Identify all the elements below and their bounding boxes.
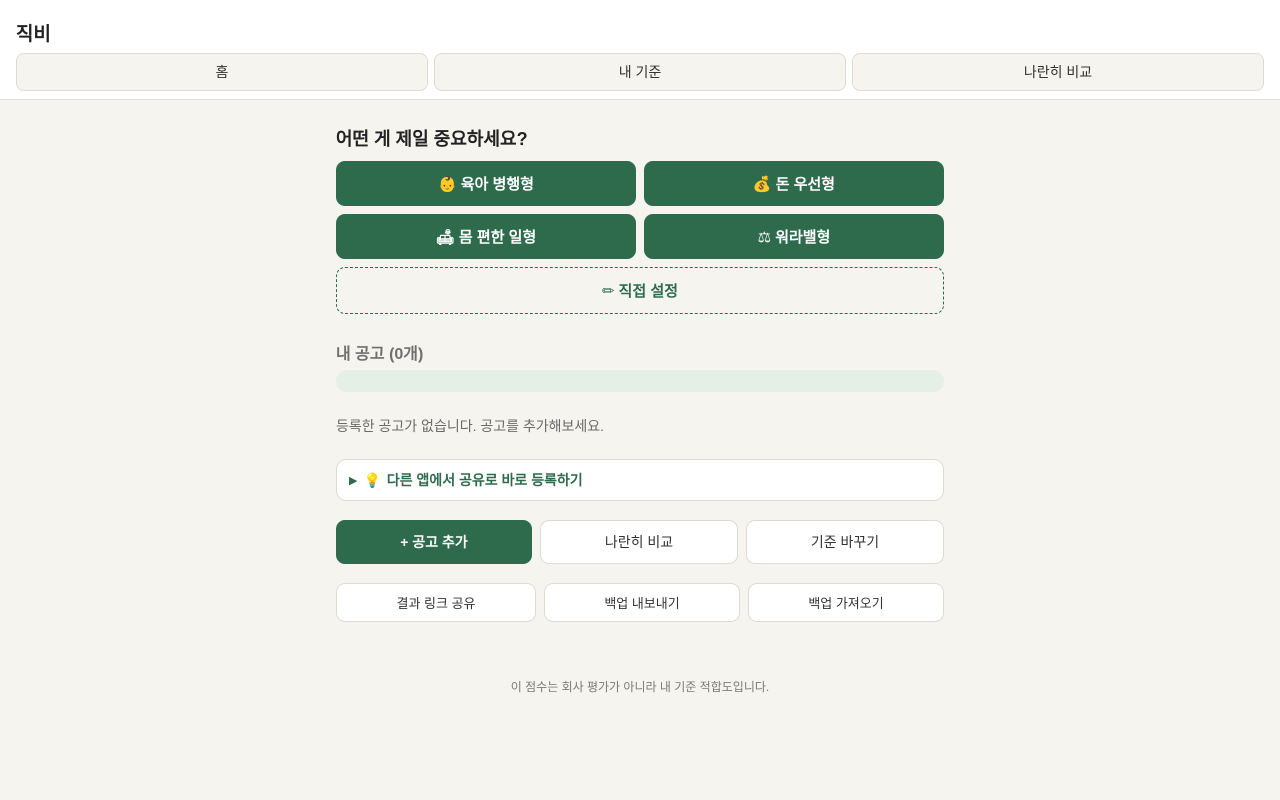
priority-heading: 어떤 게 제일 중요하세요?: [336, 129, 528, 149]
tab-side-by-side[interactable]: 나란히 비교: [852, 53, 1264, 91]
preset-work-life-balance-button[interactable]: ⚖ 워라밸형: [644, 214, 944, 259]
share-tip-disclosure[interactable]: ▶ 💡 다른 앱에서 공유로 바로 등록하기: [336, 459, 944, 501]
postings-count: (0개): [389, 346, 424, 363]
preset-parenting-button[interactable]: 👶 육아 병행형: [336, 161, 636, 206]
preset-money-button[interactable]: 💰 돈 우선형: [644, 161, 944, 206]
tab-my-criteria[interactable]: 내 기준: [434, 53, 846, 91]
app-title: 직비: [16, 24, 51, 45]
preset-easy-work-button[interactable]: 🛋 몸 편한 일형: [336, 214, 636, 259]
change-criteria-button[interactable]: 기준 바꾸기: [746, 520, 944, 564]
share-result-link-button[interactable]: 결과 링크 공유: [336, 583, 536, 622]
compare-button[interactable]: 나란히 비교: [540, 520, 738, 564]
footer-note: 이 점수는 회사 평가가 아니라 내 기준 적합도입니다.: [510, 680, 770, 694]
custom-setting-button[interactable]: ✏ 직접 설정: [336, 267, 944, 314]
postings-heading-label: 내 공고: [336, 346, 385, 363]
postings-progress-bar: [336, 370, 944, 392]
add-posting-button[interactable]: + 공고 추가: [336, 520, 532, 564]
postings-heading: 내 공고 (0개): [336, 340, 423, 364]
top-bar: 직비 홈 내 기준 나란히 비교: [0, 0, 1280, 100]
tab-home[interactable]: 홈: [16, 53, 428, 91]
lightbulb-icon: 💡: [363, 471, 381, 488]
export-backup-button[interactable]: 백업 내보내기: [544, 583, 740, 622]
triangle-right-icon: ▶: [349, 474, 358, 487]
share-tip-label: 다른 앱에서 공유로 바로 등록하기: [386, 472, 583, 488]
empty-postings-message: 등록한 공고가 없습니다. 공고를 추가해보세요.: [336, 418, 605, 434]
import-backup-button[interactable]: 백업 가져오기: [748, 583, 944, 622]
